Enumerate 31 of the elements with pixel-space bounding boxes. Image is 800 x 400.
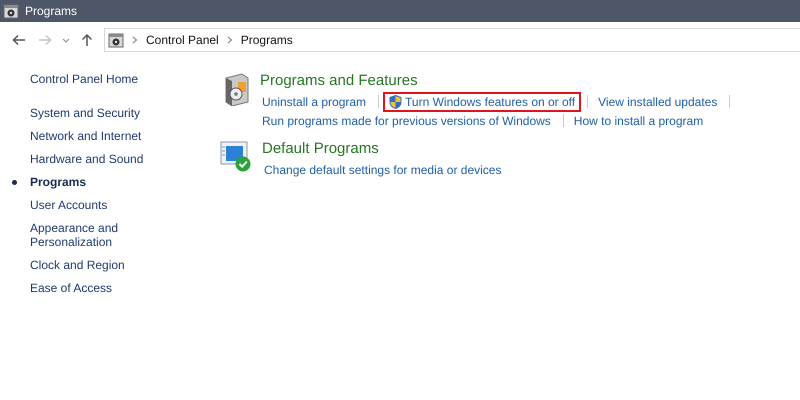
sidebar-item[interactable]: Network and Internet (12, 129, 165, 143)
control-panel-icon (3, 3, 19, 19)
task-link[interactable]: View installed updates (592, 92, 724, 112)
section-title[interactable]: Default Programs (262, 140, 508, 158)
chevron-icon (226, 36, 233, 44)
control-panel-icon (108, 32, 124, 48)
default-programs-icon (220, 140, 252, 172)
task-link[interactable]: Turn Windows features on or off (383, 92, 582, 112)
breadcrumb[interactable]: Programs (240, 33, 293, 47)
address-bar[interactable]: Control Panel Programs (104, 28, 800, 52)
sidebar-item[interactable]: System and Security (12, 106, 165, 120)
sidebar-home-link[interactable]: Control Panel Home (12, 72, 165, 86)
breadcrumb[interactable]: Control Panel (146, 33, 219, 47)
forward-arrow-icon (38, 34, 52, 46)
sidebar-item[interactable]: Clock and Region (12, 258, 165, 272)
back-arrow-icon (12, 34, 26, 46)
task-link[interactable]: Uninstall a program (256, 92, 372, 112)
shield-icon (389, 94, 402, 108)
sidebar-item[interactable]: Programs (12, 175, 165, 189)
chevron-icon (132, 36, 138, 44)
caret-icon (62, 38, 70, 42)
task-link[interactable]: Change default settings for media or devices (258, 160, 508, 180)
task-link[interactable]: Run programs made for previous versions of Windows (256, 110, 557, 130)
sidebar-item[interactable]: Ease of Access (12, 281, 165, 295)
sidebar-item[interactable]: Hardware and Sound (12, 152, 165, 166)
window-title: Programs (25, 4, 78, 18)
up-arrow-icon (81, 33, 93, 47)
task-link[interactable]: How to install a program (568, 110, 710, 130)
sidebar-item[interactable]: User Accounts (12, 198, 165, 212)
section-title[interactable]: Programs and Features (260, 72, 738, 90)
sidebar-item[interactable]: Appearance and Personalization (12, 221, 165, 249)
